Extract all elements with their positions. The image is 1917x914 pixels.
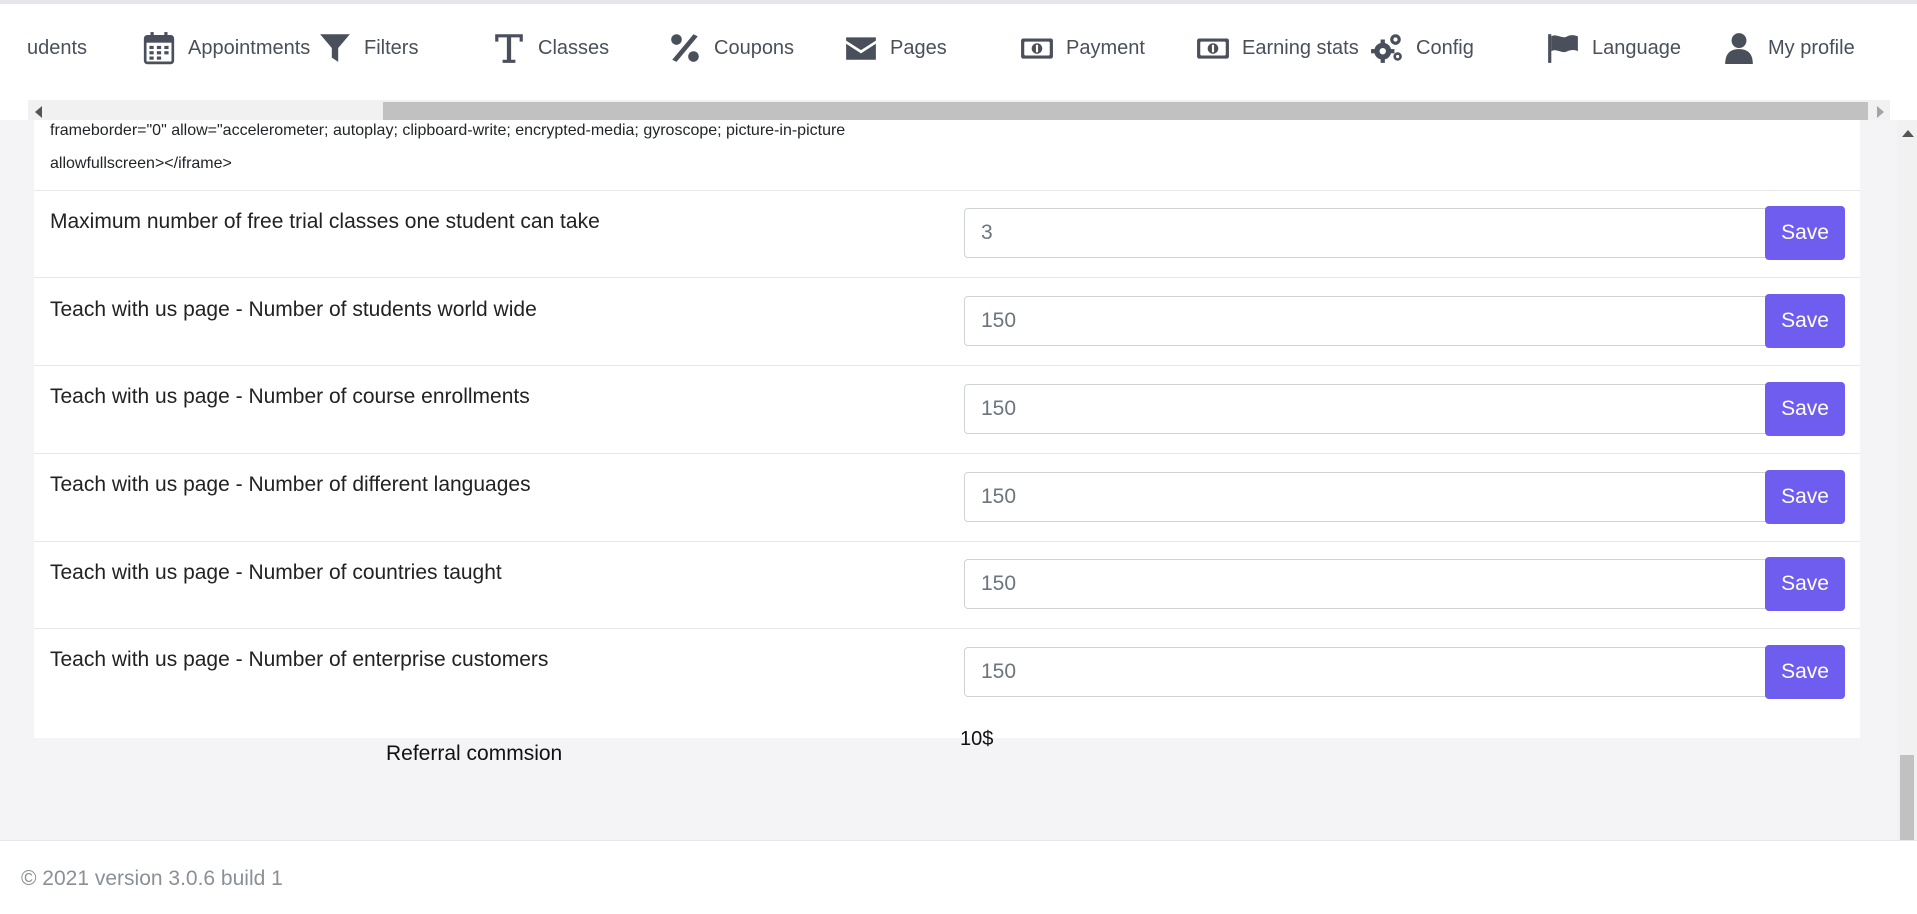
enterprise-customers-input[interactable] [964, 647, 1768, 697]
vertical-scrollbar[interactable] [1897, 120, 1917, 840]
nav-item-pages[interactable]: Pages [844, 28, 947, 68]
setting-label-enterprise-customers: Teach with us page - Number of enterpris… [50, 648, 549, 671]
snippet-line: frameborder="0" allow="accelerometer; au… [50, 122, 846, 139]
nav-item-my-profile[interactable]: My profile [1722, 28, 1855, 68]
nav-item-appointments[interactable]: Appointments [142, 28, 310, 68]
referral-commission-value: 10$ [960, 728, 994, 750]
save-button[interactable]: Save [1765, 382, 1845, 436]
top-navigation: udents Appointments Filters Classes Coup… [0, 0, 1917, 120]
footer: © 2021 version 3.0.6 build 1 [0, 840, 1917, 914]
calendar-icon [143, 32, 175, 65]
setting-label-students-world-wide: Teach with us page - Number of students … [50, 298, 537, 321]
setting-label-free-trial-classes: Maximum number of free trial classes one… [50, 210, 600, 233]
nav-item-language[interactable]: Language [1546, 28, 1681, 68]
row-divider [34, 628, 1860, 629]
filter-icon [320, 34, 350, 62]
iframe-embed-snippet: frameborder="0" allow="accelerometer; au… [50, 120, 950, 180]
row-divider [34, 541, 1860, 542]
scroll-left-arrow-icon[interactable] [28, 100, 48, 120]
setting-label-course-enrollments: Teach with us page - Number of course en… [50, 385, 530, 408]
row-divider [34, 365, 1860, 366]
nav-item-students[interactable]: udents [27, 28, 87, 68]
nav-item-config[interactable]: Config [1370, 28, 1474, 68]
free-trial-classes-input[interactable] [964, 208, 1768, 258]
scroll-right-arrow-icon[interactable] [1870, 100, 1890, 120]
scroll-up-arrow-icon[interactable] [1902, 130, 1914, 137]
nav-item-earning-stats[interactable]: Earning stats [1196, 28, 1359, 68]
nav-item-label: Appointments [188, 36, 311, 59]
save-button[interactable]: Save [1765, 645, 1845, 699]
row-divider [34, 190, 1860, 191]
money-icon [1021, 38, 1053, 59]
nav-item-label: Config [1416, 36, 1474, 59]
save-button[interactable]: Save [1765, 206, 1845, 260]
nav-item-label: My profile [1768, 36, 1855, 59]
percent-icon [671, 34, 699, 62]
save-button[interactable]: Save [1765, 557, 1845, 611]
referral-commission-label: Referral commsion [386, 742, 563, 765]
gears-icon [1371, 34, 1402, 63]
nav-item-label: Coupons [714, 36, 795, 59]
horizontal-scrollbar[interactable] [28, 100, 1890, 120]
nav-item-coupons[interactable]: Coupons [668, 28, 794, 68]
nav-item-label: Classes [538, 36, 610, 59]
nav-item-payment[interactable]: Payment [1020, 28, 1145, 68]
nav-item-label: udents [27, 36, 88, 59]
course-enrollments-input[interactable] [964, 384, 1768, 434]
nav-item-classes[interactable]: Classes [492, 28, 609, 68]
text-icon [495, 34, 523, 63]
version-text: © 2021 version 3.0.6 build 1 [21, 867, 283, 890]
row-divider [34, 277, 1860, 278]
snippet-line: allowfullscreen></iframe> [50, 155, 232, 172]
nav-item-filters[interactable]: Filters [318, 28, 418, 68]
setting-label-countries-taught: Teach with us page - Number of countries… [50, 561, 502, 584]
nav-item-label: Earning stats [1242, 36, 1359, 59]
nav-item-label: Language [1592, 36, 1681, 59]
money-icon [1197, 38, 1229, 59]
flag-icon [1548, 34, 1578, 63]
horizontal-scrollbar-thumb[interactable] [383, 102, 1868, 120]
nav-item-label: Payment [1066, 36, 1145, 59]
settings-card: frameborder="0" allow="accelerometer; au… [34, 120, 1860, 738]
row-divider [34, 453, 1860, 454]
setting-label-different-languages: Teach with us page - Number of different… [50, 473, 531, 496]
save-button[interactable]: Save [1765, 470, 1845, 524]
user-icon [1725, 33, 1753, 64]
save-button[interactable]: Save [1765, 294, 1845, 348]
nav-item-label: Pages [890, 36, 947, 59]
envelope-icon [846, 37, 876, 60]
vertical-scrollbar-thumb[interactable] [1900, 755, 1914, 840]
countries-taught-input[interactable] [964, 559, 1768, 609]
different-languages-input[interactable] [964, 472, 1768, 522]
nav-item-label: Filters [364, 36, 419, 59]
students-world-wide-input[interactable] [964, 296, 1768, 346]
